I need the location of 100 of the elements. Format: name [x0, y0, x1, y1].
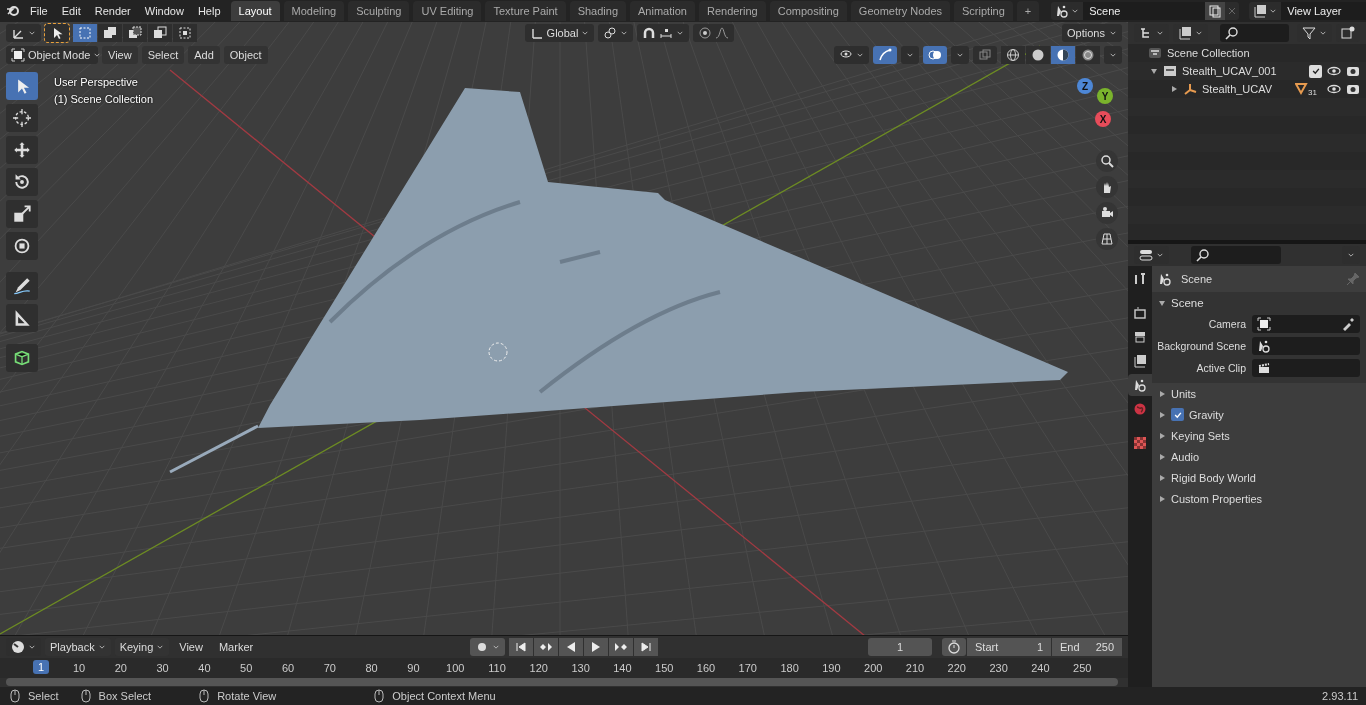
- keyframe-record-button[interactable]: [469, 638, 505, 657]
- playhead[interactable]: 1: [33, 660, 50, 675]
- disclosure-icon[interactable]: [1150, 67, 1158, 75]
- navigation-button[interactable]: [1096, 202, 1118, 224]
- scene-selector[interactable]: Scene: [1051, 2, 1240, 20]
- workspace-tab[interactable]: Compositing: [769, 1, 847, 21]
- panel-header[interactable]: Rigid Body World: [1171, 471, 1256, 484]
- current-frame-field[interactable]: 1: [868, 638, 932, 657]
- timeline-scrollbar[interactable]: [6, 678, 1118, 687]
- gizmo-button[interactable]: [873, 46, 897, 64]
- options-dropdown[interactable]: Options: [1062, 24, 1122, 42]
- outliner-item[interactable]: Scene Collection: [1167, 47, 1250, 59]
- viewport-menu[interactable]: Select: [141, 46, 185, 64]
- overlays-button[interactable]: [923, 46, 947, 64]
- orientation-dropdown[interactable]: Global: [524, 24, 595, 42]
- object-field[interactable]: [1252, 359, 1360, 377]
- end-frame-field[interactable]: End 250: [1052, 638, 1122, 657]
- workspace-tab[interactable]: Layout: [230, 1, 280, 21]
- disclosure-icon[interactable]: [1158, 452, 1166, 461]
- panel-header[interactable]: Custom Properties: [1171, 492, 1263, 505]
- axis-gizmo-handle[interactable]: Y: [1097, 88, 1113, 104]
- selection-mode-button[interactable]: [173, 24, 197, 42]
- section-checkbox[interactable]: [1171, 408, 1184, 421]
- playback-button[interactable]: [508, 638, 533, 657]
- panel-header[interactable]: Units: [1171, 387, 1197, 400]
- workspace-tab[interactable]: Modeling: [283, 1, 345, 21]
- toolbar-tool[interactable]: [6, 72, 38, 100]
- disclosure-icon[interactable]: [1158, 494, 1166, 503]
- shading-mode-button[interactable]: [1001, 46, 1025, 64]
- toolbar-tool[interactable]: [6, 168, 38, 196]
- workspace-tab[interactable]: Scripting: [954, 1, 1013, 21]
- selection-mode-button[interactable]: [148, 24, 172, 42]
- navigation-button[interactable]: [1096, 228, 1118, 250]
- panel-header[interactable]: Keying Sets: [1171, 429, 1230, 442]
- disclosure-icon[interactable]: [1158, 389, 1166, 398]
- tool-select-button[interactable]: [45, 24, 69, 42]
- disclosure-icon[interactable]: [1158, 410, 1166, 419]
- toolbar-tool[interactable]: [6, 232, 38, 260]
- proportional-button[interactable]: [693, 24, 735, 42]
- playback-button[interactable]: [608, 638, 633, 657]
- selection-mode-button[interactable]: [98, 24, 122, 42]
- timeline-menu[interactable]: Marker: [212, 638, 260, 657]
- shading-mode-button[interactable]: [1026, 46, 1050, 64]
- add-cube-tool-icon: [13, 349, 31, 367]
- viewport-menu[interactable]: Add: [188, 46, 220, 64]
- playback-button[interactable]: [533, 638, 558, 657]
- object-field[interactable]: [1252, 337, 1360, 355]
- stopwatch-button[interactable]: [942, 638, 966, 657]
- timeline-menu[interactable]: View: [173, 638, 209, 657]
- workspace-tab[interactable]: Rendering: [698, 1, 766, 21]
- viewport-menu[interactable]: Object: [223, 46, 268, 64]
- menu-item[interactable]: Edit: [55, 1, 87, 21]
- menu-item[interactable]: Render: [88, 1, 137, 21]
- toolbar-tool[interactable]: [6, 304, 38, 332]
- workspace-tab[interactable]: Sculpting: [348, 1, 410, 21]
- shading-mode-button[interactable]: [1076, 46, 1100, 64]
- outliner-item[interactable]: Stealth_UCAV_001: [1182, 65, 1277, 77]
- search-field[interactable]: [1220, 24, 1289, 42]
- toolbar-tool[interactable]: [6, 104, 38, 132]
- panel-header[interactable]: Audio: [1171, 450, 1200, 463]
- menu-item[interactable]: Window: [138, 1, 190, 21]
- start-frame-field[interactable]: Start 1: [967, 638, 1051, 657]
- playback-button[interactable]: [558, 638, 583, 657]
- menu-item[interactable]: File: [24, 1, 54, 21]
- pivot-button[interactable]: [598, 24, 634, 42]
- mode-dropdown[interactable]: Object Mode: [6, 46, 98, 64]
- visibility-button[interactable]: [834, 46, 869, 64]
- toolbar-tool[interactable]: [6, 344, 38, 372]
- workspace-tab[interactable]: Texture Paint: [485, 1, 566, 21]
- snap-button[interactable]: [637, 24, 690, 42]
- outliner-item[interactable]: Stealth_UCAV: [1202, 83, 1291, 95]
- workspace-tab[interactable]: UV Editing: [413, 1, 482, 21]
- playback-button[interactable]: [633, 638, 658, 657]
- workspace-tab[interactable]: Geometry Nodes: [850, 1, 950, 21]
- shading-mode-button[interactable]: [1051, 46, 1075, 64]
- workspace-tab[interactable]: Shading: [569, 1, 627, 21]
- viewport-menu[interactable]: View: [102, 46, 138, 64]
- disclosure-icon[interactable]: [1158, 431, 1166, 440]
- toolbar-tool[interactable]: [6, 272, 38, 300]
- toolbar-tool[interactable]: [6, 200, 38, 228]
- exclude-checkbox[interactable]: [1309, 64, 1322, 78]
- navigation-button[interactable]: [1096, 176, 1118, 198]
- selection-mode-button[interactable]: [123, 24, 147, 42]
- navigation-button[interactable]: [1096, 150, 1118, 172]
- playback-button[interactable]: [583, 638, 608, 657]
- disclosure-icon[interactable]: [1158, 298, 1166, 307]
- search-field[interactable]: [1191, 246, 1281, 264]
- axis-gizmo-handle[interactable]: Z: [1077, 78, 1093, 94]
- object-field[interactable]: [1252, 315, 1360, 333]
- editor-type-button[interactable]: [6, 24, 41, 42]
- toolbar-tool[interactable]: [6, 136, 38, 164]
- view-layer-selector[interactable]: View Layer: [1249, 2, 1366, 20]
- menu-item[interactable]: Help: [191, 1, 227, 21]
- disclosure-icon[interactable]: [1158, 473, 1166, 482]
- axis-gizmo-handle[interactable]: X: [1095, 111, 1111, 127]
- workspace-tab[interactable]: Animation: [630, 1, 695, 21]
- add-workspace-button[interactable]: +: [1016, 1, 1040, 21]
- panel-header[interactable]: Gravity: [1189, 408, 1224, 421]
- disclosure-icon[interactable]: [1170, 85, 1178, 93]
- panel-header[interactable]: Scene: [1171, 296, 1204, 309]
